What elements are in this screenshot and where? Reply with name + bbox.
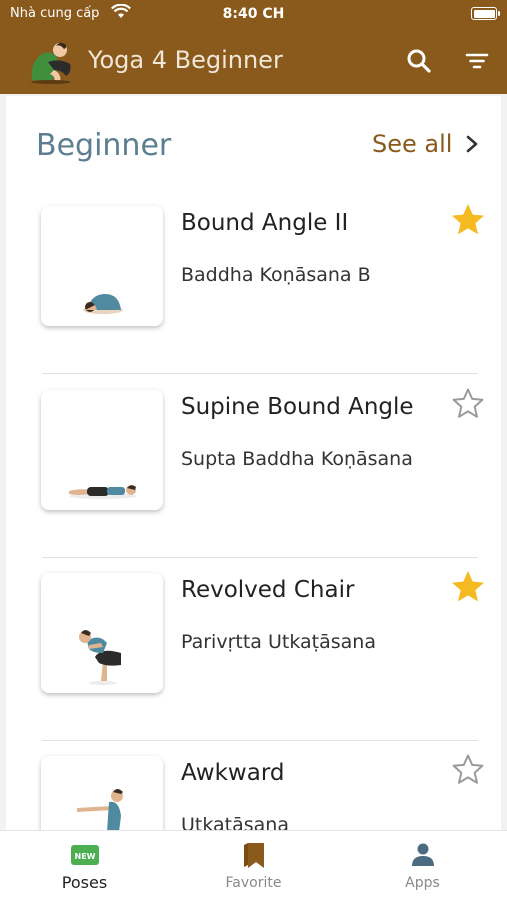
tab-label: Favorite xyxy=(225,875,282,891)
see-all-link[interactable]: See all xyxy=(372,130,452,158)
pose-illustration-icon xyxy=(79,630,121,685)
new-badge-icon: NEW xyxy=(71,845,99,865)
pose-row-revolved-chair[interactable]: Revolved Chair Parivṛtta Utkaṭāsana xyxy=(6,559,501,741)
toolbar: Yoga 4 Beginner xyxy=(0,36,507,86)
pose-thumbnail[interactable] xyxy=(41,206,163,326)
app-title: Yoga 4 Beginner xyxy=(88,46,283,74)
tab-label: Apps xyxy=(405,875,440,891)
pose-name: Bound Angle II xyxy=(181,210,349,236)
tab-apps[interactable]: Apps xyxy=(338,831,507,900)
chevron-right-icon[interactable] xyxy=(462,132,482,156)
tab-poses[interactable]: NEW Poses xyxy=(0,831,169,900)
pose-list-card: Beginner See all Bound Angle II Baddha K… xyxy=(6,96,501,836)
star-outline-icon[interactable] xyxy=(450,386,486,422)
pose-sanskrit-name: Baddha Koṇāsana B xyxy=(181,264,371,286)
status-time: 8:40 CH xyxy=(222,6,285,22)
pose-name: Awkward xyxy=(181,760,285,786)
app-header: Nhà cung cấp 8:40 CH Yoga 4 Beginner xyxy=(0,0,507,94)
pose-thumbnail[interactable] xyxy=(41,390,163,510)
yoga-logo-icon xyxy=(31,42,71,84)
pose-thumbnail[interactable] xyxy=(41,756,163,836)
bottom-tab-bar: NEW Poses Favorite Apps xyxy=(0,830,507,900)
pose-row-supine-bound-angle[interactable]: Supine Bound Angle Supta Baddha Koṇāsana xyxy=(6,376,501,558)
bookmark-icon xyxy=(244,843,264,868)
row-divider xyxy=(42,557,478,558)
person-icon xyxy=(412,843,434,866)
pose-sanskrit-name: Supta Baddha Koṇāsana xyxy=(181,448,413,470)
search-icon[interactable] xyxy=(404,46,434,76)
row-divider xyxy=(42,373,478,374)
star-filled-icon[interactable] xyxy=(450,202,486,238)
battery-icon xyxy=(471,7,500,20)
star-outline-icon[interactable] xyxy=(450,752,486,788)
pose-illustration-icon xyxy=(69,485,137,499)
pose-name: Revolved Chair xyxy=(181,577,355,603)
status-bar: Nhà cung cấp 8:40 CH xyxy=(0,0,507,28)
filter-icon[interactable] xyxy=(462,46,492,76)
pose-row-bound-angle-ii[interactable]: Bound Angle II Baddha Koṇāsana B xyxy=(6,192,501,374)
tab-favorite[interactable]: Favorite xyxy=(169,831,338,900)
tab-badge-text: NEW xyxy=(75,852,96,861)
pose-illustration-icon xyxy=(83,294,123,314)
pose-name: Supine Bound Angle xyxy=(181,394,414,420)
tab-label: Poses xyxy=(61,873,108,892)
pose-thumbnail[interactable] xyxy=(41,573,163,693)
row-divider xyxy=(42,740,478,741)
pose-row-awkward[interactable]: Awkward Utkaṭāsana xyxy=(6,742,501,836)
section-title: Beginner xyxy=(36,128,172,163)
star-filled-icon[interactable] xyxy=(450,569,486,605)
pose-illustration-icon xyxy=(77,789,123,832)
pose-sanskrit-name: Parivṛtta Utkaṭāsana xyxy=(181,631,376,653)
